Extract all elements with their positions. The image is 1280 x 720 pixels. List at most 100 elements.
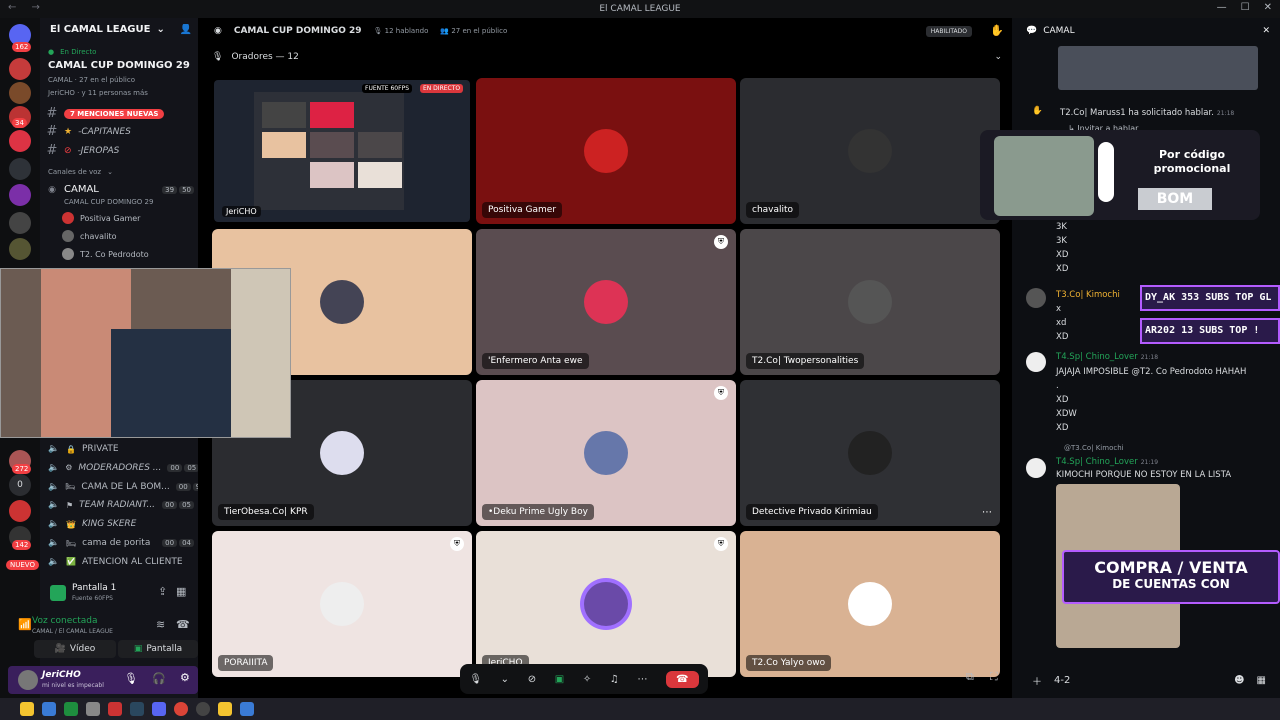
server-icon[interactable] (9, 130, 31, 152)
voice-connected-title[interactable]: Voz conectada (32, 616, 97, 626)
server-icon[interactable] (9, 238, 31, 260)
message-author[interactable]: T4.Sp| Chino_Lover (1056, 352, 1138, 362)
voice-channel-item[interactable]: 🔈 ⚙ MODERADORES ... 00 05 (40, 463, 198, 473)
app-icon[interactable] (64, 702, 78, 716)
voice-channel-camal[interactable]: ◉ CAMAL 39 50 (40, 184, 198, 195)
hand-icon[interactable]: ✋ (990, 24, 1004, 37)
discord-icon[interactable] (152, 702, 166, 716)
screen-button[interactable]: ▣ Pantalla (118, 640, 198, 658)
voice-channel-item[interactable]: 🔈 👑 KING SKERE (40, 519, 198, 529)
avatar (584, 582, 628, 626)
title-bar: ← → El CAMAL LEAGUE — ☐ ✕ (0, 0, 1280, 18)
popout-icon[interactable]: ⧉ (966, 670, 974, 684)
app-icon[interactable] (86, 702, 100, 716)
stream-settings-icon[interactable]: ⇪ (158, 585, 167, 598)
voice-member[interactable]: chavalito (40, 230, 198, 242)
voice-channel-item[interactable]: 🔈 ⚑ TEAM RADIANT... 00 05 (40, 500, 198, 510)
apps-icon[interactable]: ▦ (1257, 675, 1266, 686)
event-title[interactable]: CAMAL CUP DOMINGO 29 (40, 60, 198, 71)
message-author[interactable]: T4.Sp| Chino_Lover (1056, 457, 1138, 467)
camera-off-icon[interactable]: ⊘ (528, 674, 536, 685)
voice-channel-item[interactable]: 🔈 ✅ ATENCION AL CLIENTE (40, 557, 198, 567)
preview-cell (262, 102, 306, 128)
avatar[interactable] (18, 670, 38, 690)
chevron-down-icon[interactable]: ⌄ (501, 674, 509, 685)
voice-channel-item[interactable]: 🔈 🔒 PRIVATE (40, 444, 198, 454)
close-icon[interactable]: ✕ (1262, 26, 1270, 36)
video-button[interactable]: 🎥 Vídeo (34, 640, 116, 658)
plus-icon[interactable]: ＋ (1032, 673, 1042, 688)
grid-icon[interactable]: ▦ (176, 585, 186, 598)
more-icon[interactable]: ⋯ (637, 674, 647, 685)
activity-icon[interactable]: ✧ (583, 674, 591, 685)
fps-badge: FUENTE 60FPS (362, 84, 412, 93)
speaker-tile[interactable]: PORAIIITA ⛨ (212, 531, 472, 677)
steam-icon[interactable] (130, 702, 144, 716)
speaker-tile[interactable]: 'Enfermero Anta ewe ⛨ (476, 229, 736, 375)
user-counts: 0099 (175, 482, 198, 491)
add-member-icon[interactable]: 👤 (180, 24, 192, 35)
text-channel-mentions[interactable]: # 7 MENCIONES NUEVAS (40, 106, 198, 121)
more-icon[interactable]: ⋯ (982, 507, 992, 518)
voice-channel-item[interactable]: 🔈 🛏 cama de porita 00 04 (40, 538, 198, 548)
fullscreen-icon[interactable]: ⛶ (990, 670, 998, 684)
gear-icon[interactable]: ⚙ (180, 671, 190, 684)
voice-category[interactable]: Canales de voz ⌄ (40, 168, 198, 176)
folder-icon[interactable] (20, 702, 34, 716)
speaker-tile[interactable]: •Deku Prime Ugly Boy ⛨ (476, 380, 736, 526)
channel-emoji-icon: 🛏 (66, 538, 77, 548)
video-label: Vídeo (69, 644, 96, 654)
badge: 142 (12, 540, 32, 550)
image-attachment[interactable] (1058, 46, 1258, 90)
app-icon[interactable] (196, 702, 210, 716)
server-name-header[interactable]: El CAMAL LEAGUE ⌄ 👤 (40, 24, 198, 35)
ban-icon: ⊘ (64, 145, 72, 156)
screen-share-tile[interactable]: FUENTE 60FPS EN DIRECTO JeriCHO (214, 80, 470, 222)
speakers-header[interactable]: 🎙 Oradores — 12 ⌄ (198, 44, 1012, 70)
text-channel-jeropas[interactable]: # ⊘ -JEROPAS (40, 143, 198, 158)
emoji-icon[interactable]: ☻ (1234, 675, 1244, 686)
microphone-icon[interactable]: 🎙 (469, 674, 482, 685)
speaker-tile[interactable]: Positiva Gamer (476, 78, 736, 224)
speaker-tile[interactable]: T2.Co| Twopersonalities (740, 229, 1000, 375)
app-icon[interactable] (240, 702, 254, 716)
noise-icon[interactable]: ≋ (156, 618, 165, 631)
chrome-icon[interactable] (174, 702, 188, 716)
server-icon[interactable]: 0 (9, 474, 31, 496)
speaker-tile[interactable]: Detective Privado Kirimiau ⋯ (740, 380, 1000, 526)
server-icon[interactable] (9, 500, 31, 522)
speaker-tile[interactable]: JeriCHO ⛨ (476, 531, 736, 677)
leave-call-button[interactable]: ☎ (666, 670, 699, 688)
voice-member[interactable]: Positiva Gamer (40, 212, 198, 224)
server-icon[interactable] (9, 82, 31, 104)
disconnect-icon[interactable]: ☎ (176, 618, 190, 631)
maximize-icon[interactable]: ☐ (1241, 2, 1250, 13)
chat-input[interactable]: ＋ 4-2 ☻ ▦ (1022, 668, 1272, 692)
voice-channel-item[interactable]: 🔈 🛏 CAMA DE LA BOM... 0099 (40, 482, 198, 492)
server-icon[interactable] (9, 212, 31, 234)
user-counts: 00 04 (162, 539, 194, 547)
reply-reference[interactable]: @T3.Co| Kimochi (1012, 444, 1280, 452)
speaker-tile[interactable]: chavalito (740, 78, 1000, 224)
microphone-icon: 🎙 (212, 52, 224, 62)
app-icon[interactable] (42, 702, 56, 716)
preview-cell (358, 132, 402, 158)
mentions-badge[interactable]: 7 MENCIONES NUEVAS (64, 108, 165, 119)
headphones-icon[interactable]: 🎧 (152, 672, 166, 685)
server-icon[interactable] (9, 184, 31, 206)
server-icon[interactable] (9, 158, 31, 180)
preview-cell (310, 102, 354, 128)
nav-arrows-icon[interactable]: ← → (8, 2, 46, 13)
app-icon[interactable] (218, 702, 232, 716)
channel-emoji-icon: ✅ (66, 557, 76, 567)
voice-member[interactable]: T2. Co Pedrodoto (40, 248, 198, 260)
microphone-icon[interactable]: 🎙 (124, 672, 138, 685)
text-channel-capitanes[interactable]: # ★ -CAPITANES (40, 124, 198, 139)
app-icon[interactable] (108, 702, 122, 716)
speaker-tile[interactable]: T2.Co Yalyo owo (740, 531, 1000, 677)
soundboard-icon[interactable]: ♫ (610, 674, 619, 685)
server-icon[interactable] (9, 58, 31, 80)
screen-share-icon[interactable]: ▣ (555, 674, 564, 685)
minimize-icon[interactable]: — (1217, 2, 1227, 13)
close-icon[interactable]: ✕ (1264, 2, 1272, 13)
